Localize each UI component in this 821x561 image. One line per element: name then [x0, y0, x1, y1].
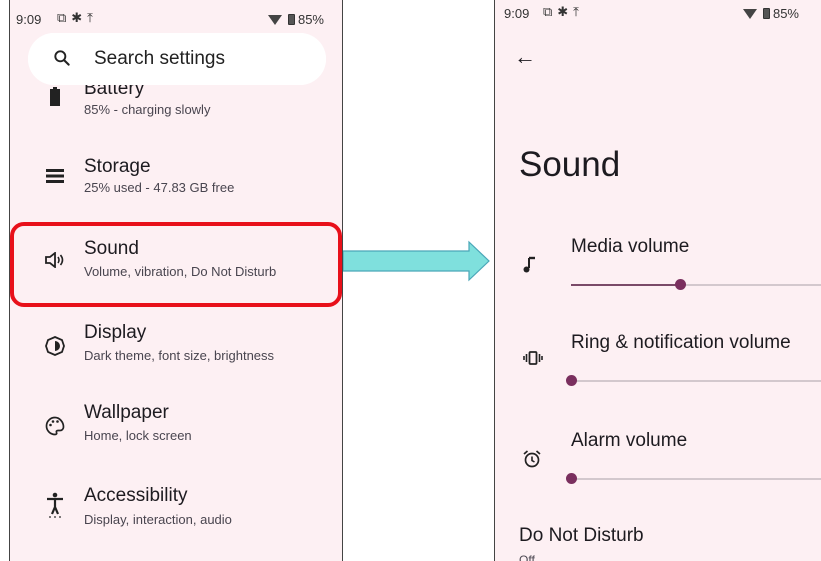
battery-percent: 85%	[297, 12, 324, 27]
arrow-right-icon	[343, 240, 490, 282]
settings-item-accessibility[interactable]: Accessibility Display, interaction, audi…	[10, 478, 342, 540]
notification-icons: ⧉✱⤒	[543, 4, 584, 19]
settings-item-display[interactable]: Display Dark theme, font size, brightnes…	[10, 314, 342, 376]
status-bar: 9:09 ⧉✱⤒ 85%	[10, 10, 342, 30]
do-not-disturb-title[interactable]: Do Not Disturb	[519, 525, 644, 547]
settings-item-subtitle: Display, interaction, audio	[84, 512, 232, 527]
notification-icons: ⧉✱⤒	[57, 10, 98, 25]
wallpaper-icon	[44, 415, 66, 437]
settings-item-title: Wallpaper	[84, 402, 169, 423]
ring-volume-row: Ring & notification volume	[495, 330, 821, 410]
settings-item-subtitle: 85% - charging slowly	[84, 102, 211, 117]
alarm-volume-row: Alarm volume	[495, 428, 821, 508]
battery-icon	[44, 86, 66, 108]
status-right: 85%	[742, 6, 799, 21]
settings-screen: 9:09 ⧉✱⤒ 85% Search settings Battery 85%…	[9, 0, 343, 561]
alarm-volume-thumb[interactable]	[566, 473, 577, 484]
sound-highlight-box	[10, 222, 342, 307]
vibrate-icon	[523, 350, 543, 370]
search-placeholder: Search settings	[94, 48, 225, 69]
battery-percent: 85%	[772, 6, 799, 21]
settings-item-storage[interactable]: Storage 25% used - 47.83 GB free	[10, 148, 342, 210]
media-volume-thumb[interactable]	[675, 279, 686, 290]
search-settings-bar-overlay[interactable]: Search settings	[28, 33, 326, 85]
media-volume-row: Media volume	[495, 234, 821, 314]
wifi-icon	[742, 8, 757, 19]
alarm-volume-label: Alarm volume	[571, 430, 688, 451]
storage-icon	[44, 165, 66, 187]
alarm-volume-slider[interactable]	[566, 473, 821, 484]
settings-item-subtitle: Home, lock screen	[84, 428, 192, 443]
status-right: 85%	[267, 12, 324, 27]
settings-item-title: Accessibility	[84, 485, 188, 506]
status-time: 9:09	[504, 6, 530, 21]
settings-item-title: Storage	[84, 156, 151, 177]
back-arrow-icon[interactable]: ←	[514, 44, 536, 70]
battery-status-icon	[287, 14, 295, 25]
ring-volume-slider[interactable]	[566, 375, 821, 386]
sound-screen: 9:09 ⧉✱⤒ 85% ← Sound Media volume Ring &…	[494, 0, 821, 561]
display-icon	[44, 335, 66, 357]
page-title: Sound	[519, 145, 621, 184]
ring-volume-label: Ring & notification volume	[571, 332, 791, 353]
battery-status-icon	[762, 8, 770, 19]
settings-item-subtitle: Dark theme, font size, brightness	[84, 348, 275, 363]
status-bar: 9:09 ⧉✱⤒ 85%	[495, 0, 821, 21]
wifi-icon	[267, 14, 282, 25]
status-time: 9:09	[16, 12, 42, 27]
media-volume-fill	[571, 284, 680, 286]
settings-item-subtitle: 25% used - 47.83 GB free	[84, 180, 235, 195]
media-volume-slider[interactable]	[571, 279, 821, 290]
settings-item-wallpaper[interactable]: Wallpaper Home, lock screen	[10, 394, 342, 456]
music-note-icon	[523, 256, 537, 279]
alarm-icon	[523, 450, 541, 473]
accessibility-icon	[44, 492, 66, 518]
ring-volume-thumb[interactable]	[566, 375, 577, 386]
search-icon	[54, 50, 70, 66]
settings-item-title: Display	[84, 322, 147, 343]
media-volume-label: Media volume	[571, 236, 690, 257]
do-not-disturb-status: Off	[519, 553, 535, 561]
